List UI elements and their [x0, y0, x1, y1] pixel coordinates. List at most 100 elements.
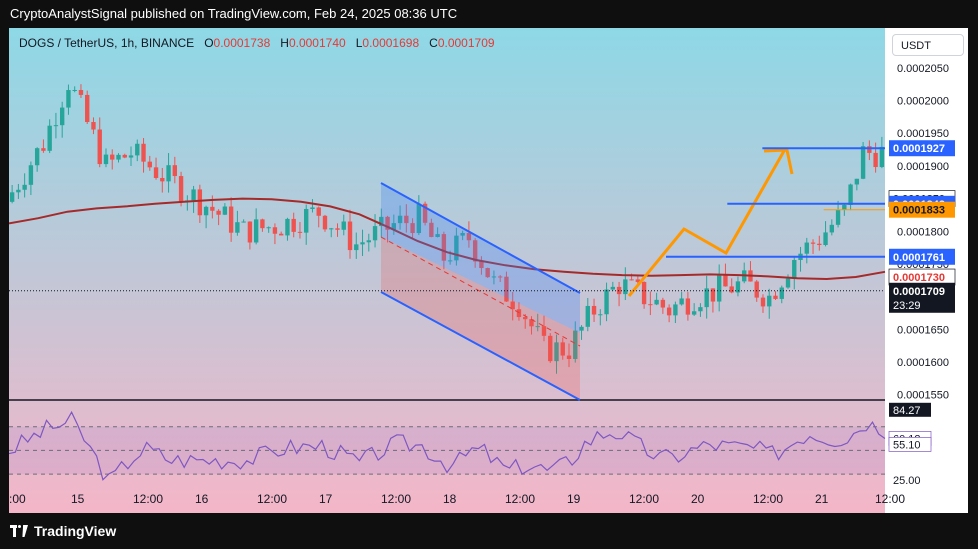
candle-body	[22, 184, 27, 190]
candle-body	[235, 222, 240, 233]
x-tick-label: 15	[71, 492, 85, 506]
candle-body	[867, 146, 872, 153]
candle-body	[654, 299, 659, 305]
candle-body	[691, 311, 697, 315]
candle-body	[804, 242, 809, 254]
candle-body	[698, 307, 703, 312]
candle-body	[848, 184, 853, 205]
candle-body	[266, 227, 271, 229]
candle-body	[166, 165, 171, 182]
candle-body	[860, 146, 866, 179]
candle-body	[354, 244, 359, 251]
candle-body	[347, 221, 353, 251]
x-tick-label: 18	[443, 492, 457, 506]
candle-body	[78, 89, 84, 95]
price-label-text: 0.0001833	[893, 205, 945, 217]
candle-body	[103, 154, 109, 165]
candle-body	[598, 314, 603, 316]
tradingview-icon	[10, 525, 28, 537]
candle-body	[679, 298, 684, 305]
candle-body	[28, 165, 34, 185]
candle-body	[835, 209, 841, 225]
x-tick-label: 12:00	[629, 492, 659, 506]
candle-body	[91, 122, 96, 130]
candle-body	[153, 167, 159, 178]
price-label-text: 0.0001730	[893, 272, 945, 284]
candle-body	[304, 208, 309, 233]
candle-body	[85, 94, 90, 123]
x-tick-label: 12:00	[505, 492, 535, 506]
currency-button[interactable]: USDT	[892, 34, 964, 56]
price-chart[interactable]: 0.0002050 0.0002000 0.0001950 0.0001900 0.00…	[9, 28, 968, 513]
x-tick-label: 19	[567, 492, 581, 506]
publisher-text: CryptoAnalystSignal published on Trading…	[10, 6, 458, 21]
candle-body	[47, 125, 52, 151]
candle-body	[760, 297, 766, 307]
tradingview-logo[interactable]: TradingView	[10, 523, 116, 539]
candle-body	[59, 107, 65, 126]
y-tick-label: 0.0001900	[897, 161, 949, 173]
candle-body	[666, 307, 672, 316]
candle-body	[197, 189, 203, 216]
x-tick-label: 21	[815, 492, 829, 506]
candle-body	[297, 231, 303, 233]
candle-body	[341, 221, 346, 230]
candle-body	[879, 146, 885, 168]
brand-text: TradingView	[34, 523, 117, 539]
y-tick-label: 0.0002050	[897, 63, 949, 75]
rsi-tick-label: 25.00	[893, 475, 921, 487]
x-tick-label: 16	[195, 492, 209, 506]
footer: TradingView	[0, 513, 978, 549]
candle-body	[241, 221, 246, 223]
x-tick-label: 20	[691, 492, 705, 506]
x-tick-label: 12:00	[381, 492, 411, 506]
candle-body	[616, 286, 622, 295]
x-tick-label: 12:00	[257, 492, 287, 506]
close-value: 0.0001709	[437, 36, 495, 50]
candle-body	[585, 305, 590, 327]
candle-body	[160, 177, 165, 182]
candle-body	[203, 206, 209, 216]
close-label: C	[429, 36, 438, 50]
candle-body	[723, 275, 728, 287]
price-label-text: 0.0001761	[893, 252, 945, 264]
publisher-bar: CryptoAnalystSignal published on Trading…	[0, 0, 978, 28]
candle-body	[278, 233, 284, 236]
x-tick-label: 17	[319, 492, 333, 506]
candle-body	[792, 259, 797, 279]
candle-body	[191, 189, 196, 201]
candle-body	[291, 218, 296, 232]
candle-body	[785, 278, 791, 288]
candle-body	[147, 161, 152, 168]
x-tick-label: :00	[9, 492, 26, 506]
y-tick-label: 0.0001600	[897, 357, 949, 369]
candle-body	[116, 154, 121, 160]
low-value: 0.0001698	[362, 36, 420, 50]
open-label: O	[204, 36, 214, 50]
y-tick-label: 0.0001950	[897, 128, 949, 140]
rsi-tick-label: 55.10	[893, 439, 921, 451]
candle-body	[641, 281, 647, 305]
candle-body	[372, 226, 378, 241]
candle-body	[735, 281, 741, 293]
candle-body	[41, 148, 46, 151]
candle-body	[810, 242, 816, 244]
candle-body	[829, 224, 835, 233]
candle-body	[591, 305, 597, 315]
candle-body	[767, 295, 772, 307]
candle-body	[216, 210, 221, 215]
candle-body	[247, 221, 253, 243]
price-label-text: 0.0001709	[893, 286, 945, 298]
candle-body	[773, 295, 778, 299]
candle-body	[360, 242, 365, 245]
candle-body	[817, 243, 822, 246]
candle-body	[53, 125, 59, 127]
candle-body	[610, 286, 616, 290]
candle-body	[729, 286, 734, 293]
candle-body	[228, 206, 234, 233]
y-tick-label: 0.0001650	[897, 324, 949, 336]
chart-frame[interactable]: 0.0002050 0.0002000 0.0001950 0.0001900 0.00…	[9, 28, 968, 513]
x-tick-label: 12:00	[133, 492, 163, 506]
candle-body	[210, 206, 215, 211]
candle-body	[110, 154, 115, 160]
